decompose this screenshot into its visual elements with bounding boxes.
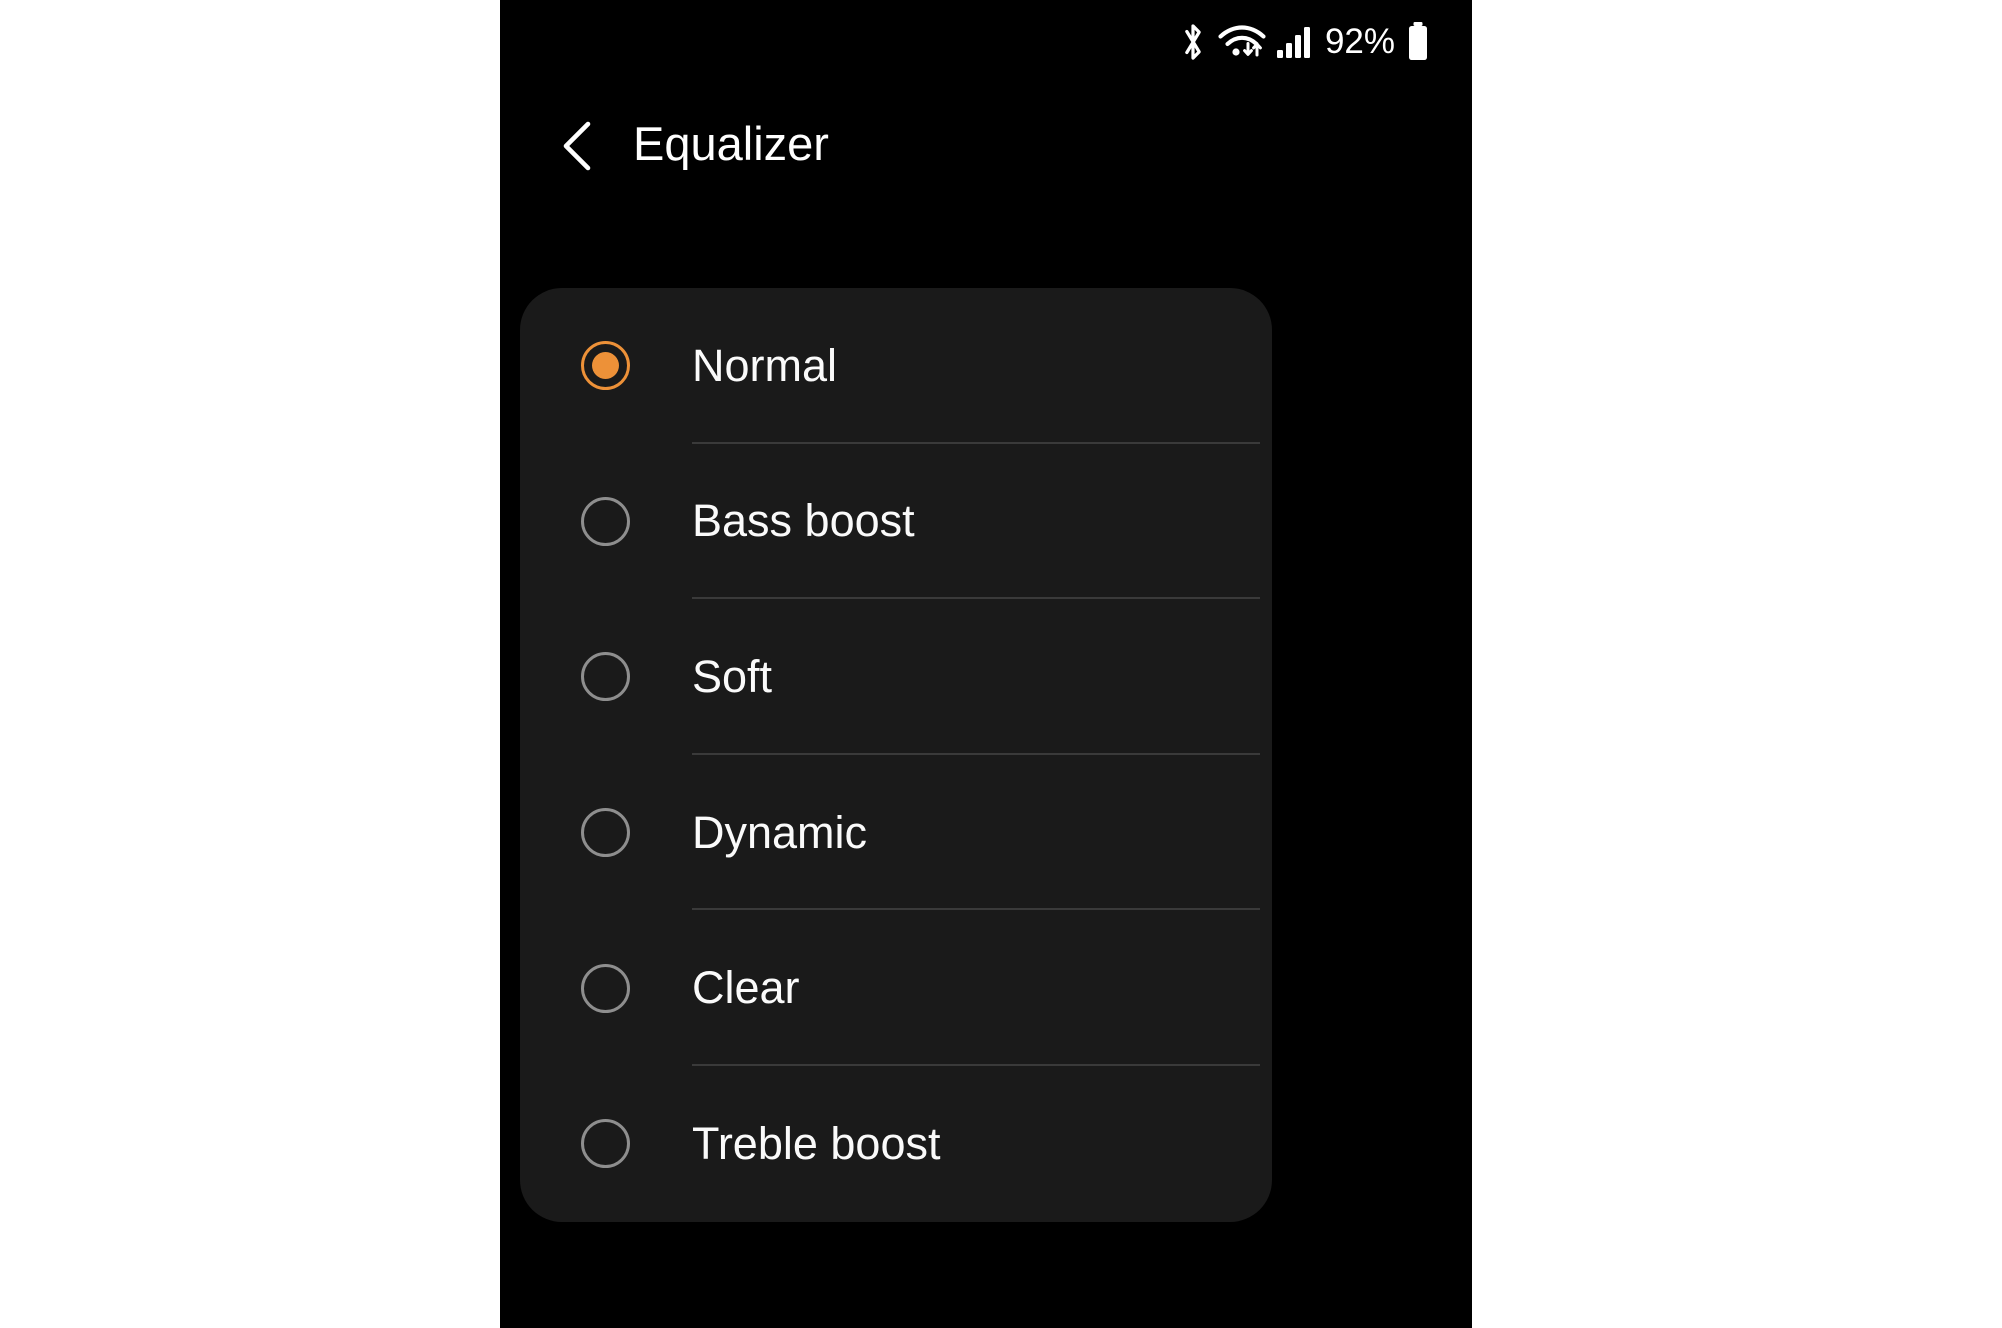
preset-label: Treble boost — [692, 1117, 941, 1169]
preset-option-normal[interactable]: Normal — [520, 288, 1272, 444]
back-button[interactable] — [547, 114, 611, 178]
battery-icon — [1409, 22, 1427, 60]
radio-dot — [592, 819, 619, 846]
preset-option-soft[interactable]: Soft — [520, 599, 1272, 755]
battery-percentage-label: 92% — [1324, 22, 1395, 61]
radio-button-soft[interactable] — [581, 652, 630, 702]
status-bar-clock: 14:11 — [500, 0, 539, 17]
radio-button-clear[interactable] — [581, 963, 630, 1013]
equalizer-preset-list: Normal Bass boost Soft Dynamic Clear Tre… — [520, 288, 1272, 1222]
preset-option-clear[interactable]: Clear — [520, 910, 1272, 1066]
preset-label: Clear — [692, 962, 800, 1014]
preset-option-treble-boost[interactable]: Treble boost — [520, 1066, 1272, 1222]
bluetooth-icon — [1185, 24, 1201, 60]
radio-button-bass-boost[interactable] — [581, 496, 630, 546]
radio-dot — [592, 663, 619, 690]
page-title: Equalizer — [633, 117, 829, 170]
app-header: Equalizer — [500, 92, 1472, 222]
status-bar: 14:11 92% — [500, 0, 1472, 92]
radio-dot — [592, 1130, 619, 1157]
preset-option-dynamic[interactable]: Dynamic — [520, 755, 1272, 911]
phone-screen: 14:11 92% Equalizer Normal Bass boost So… — [500, 0, 1472, 1328]
radio-dot — [592, 975, 619, 1002]
radio-button-treble-boost[interactable] — [581, 1119, 630, 1169]
radio-dot — [592, 352, 619, 380]
preset-label: Dynamic — [692, 806, 868, 858]
radio-button-normal[interactable] — [581, 341, 630, 391]
radio-dot — [592, 508, 619, 535]
preset-label: Normal — [692, 339, 838, 391]
wifi-icon — [1218, 25, 1266, 57]
preset-option-bass-boost[interactable]: Bass boost — [520, 444, 1272, 600]
radio-button-dynamic[interactable] — [581, 808, 630, 858]
preset-label: Bass boost — [692, 495, 915, 547]
cellular-signal-icon — [1276, 27, 1310, 58]
status-bar-icons: 92% — [1178, 18, 1430, 66]
chevron-left-icon — [563, 121, 591, 171]
preset-label: Soft — [692, 650, 773, 702]
